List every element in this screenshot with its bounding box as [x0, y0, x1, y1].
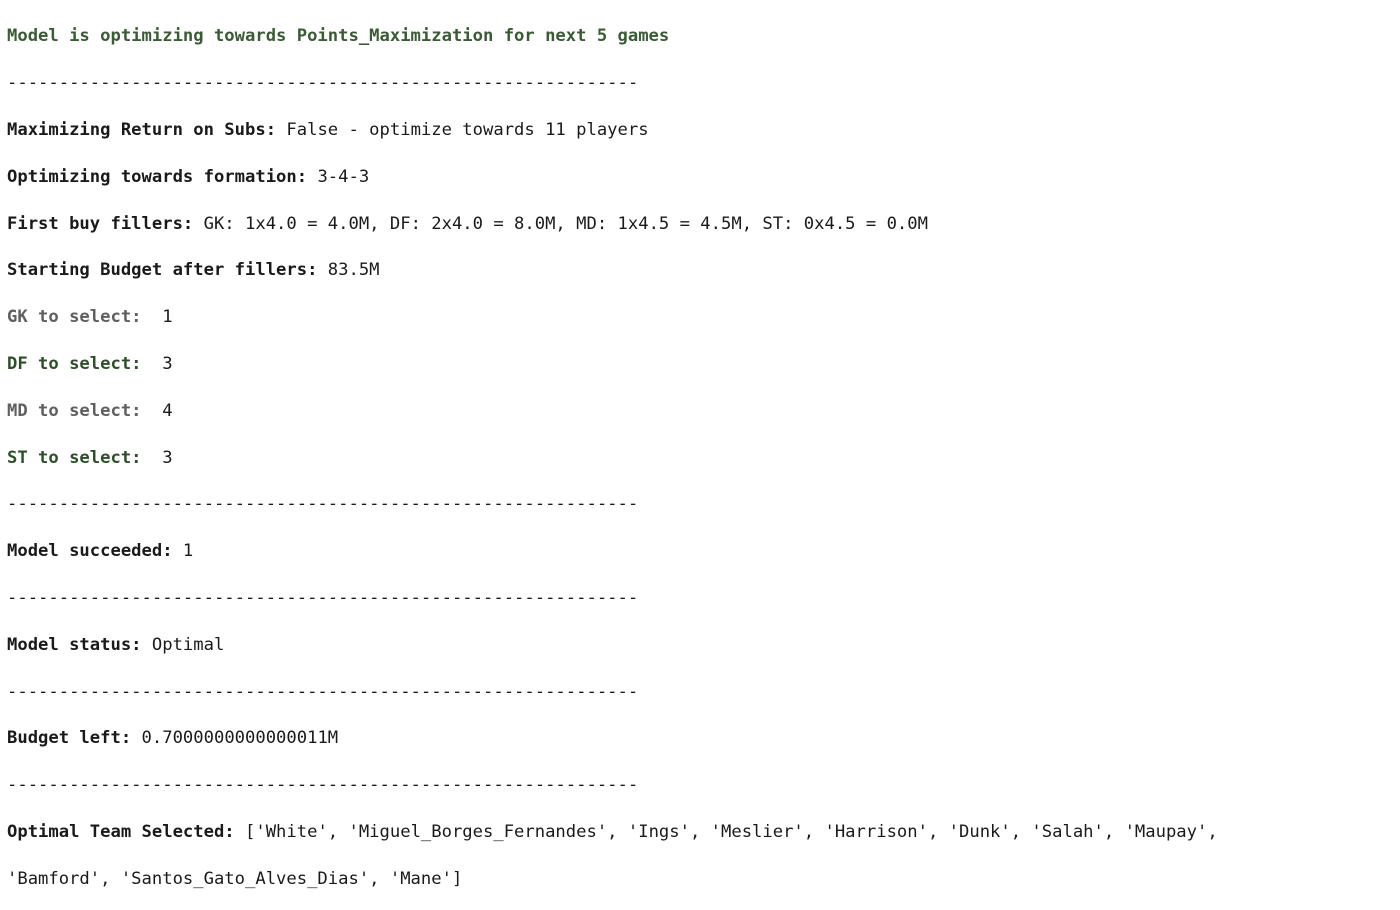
- budget-left-line: Budget left: 0.7000000000000011M: [7, 727, 1400, 750]
- optimization-header: Model is optimizing towards Points_Maxim…: [7, 26, 670, 47]
- maximizing-label: Maximizing Return on Subs:: [7, 120, 277, 140]
- succeeded-line: Model succeeded: 1: [7, 540, 1400, 563]
- gk-select-label: GK to select:: [7, 307, 142, 328]
- gk-select-line: GK to select: 1: [7, 306, 1400, 329]
- st-select-value: 3: [141, 447, 173, 468]
- df-select-line: DF to select: 3: [7, 353, 1400, 376]
- st-select-line: ST to select: 3: [7, 447, 1400, 470]
- md-select-line: MD to select: 4: [7, 400, 1400, 423]
- separator-line: ----------------------------------------…: [7, 494, 639, 515]
- separator-line: ----------------------------------------…: [7, 681, 639, 702]
- fillers-label: First buy fillers:: [7, 213, 194, 234]
- formation-label: Optimizing towards formation:: [7, 166, 308, 187]
- budget-left-value: 0.7000000000000011M: [131, 728, 339, 749]
- separator-line: ----------------------------------------…: [7, 587, 639, 608]
- fillers-value: GK: 1x4.0 = 4.0M, DF: 2x4.0 = 8.0M, MD: …: [193, 213, 928, 234]
- status-value: Optimal: [141, 634, 225, 655]
- md-select-label: MD to select:: [7, 400, 142, 421]
- status-line: Model status: Optimal: [7, 634, 1400, 657]
- succeeded-label: Model succeeded:: [7, 541, 173, 562]
- team-line-continued: 'Bamford', 'Santos_Gato_Alves_Dias', 'Ma…: [7, 868, 463, 889]
- df-select-value: 3: [141, 353, 173, 374]
- md-select-value: 4: [141, 400, 173, 421]
- status-label: Model status:: [7, 634, 142, 655]
- budget-start-line: Starting Budget after fillers: 83.5M: [7, 259, 1400, 282]
- budget-start-value: 83.5M: [317, 260, 380, 281]
- maximizing-line: Maximizing Return on Subs: False - optim…: [7, 119, 1400, 142]
- team-label: Optimal Team Selected:: [7, 821, 235, 842]
- budget-start-label: Starting Budget after fillers:: [7, 260, 318, 281]
- team-line: Optimal Team Selected: ['White', 'Miguel…: [7, 821, 1400, 844]
- df-select-label: DF to select:: [7, 353, 142, 374]
- console-output: Model is optimizing towards Points_Maxim…: [0, 0, 1400, 888]
- formation-line: Optimizing towards formation: 3-4-3: [7, 166, 1400, 189]
- separator-line: ----------------------------------------…: [7, 775, 639, 796]
- fillers-line: First buy fillers: GK: 1x4.0 = 4.0M, DF:…: [7, 213, 1400, 236]
- st-select-label: ST to select:: [7, 447, 142, 468]
- maximizing-value: False - optimize towards 11 players: [276, 120, 649, 140]
- succeeded-value: 1: [172, 541, 194, 562]
- budget-left-label: Budget left:: [7, 728, 132, 749]
- formation-value: 3-4-3: [307, 166, 370, 187]
- gk-select-value: 1: [141, 307, 173, 328]
- team-value: ['White', 'Miguel_Borges_Fernandes', 'In…: [234, 821, 1218, 842]
- separator-line: ----------------------------------------…: [7, 73, 639, 94]
